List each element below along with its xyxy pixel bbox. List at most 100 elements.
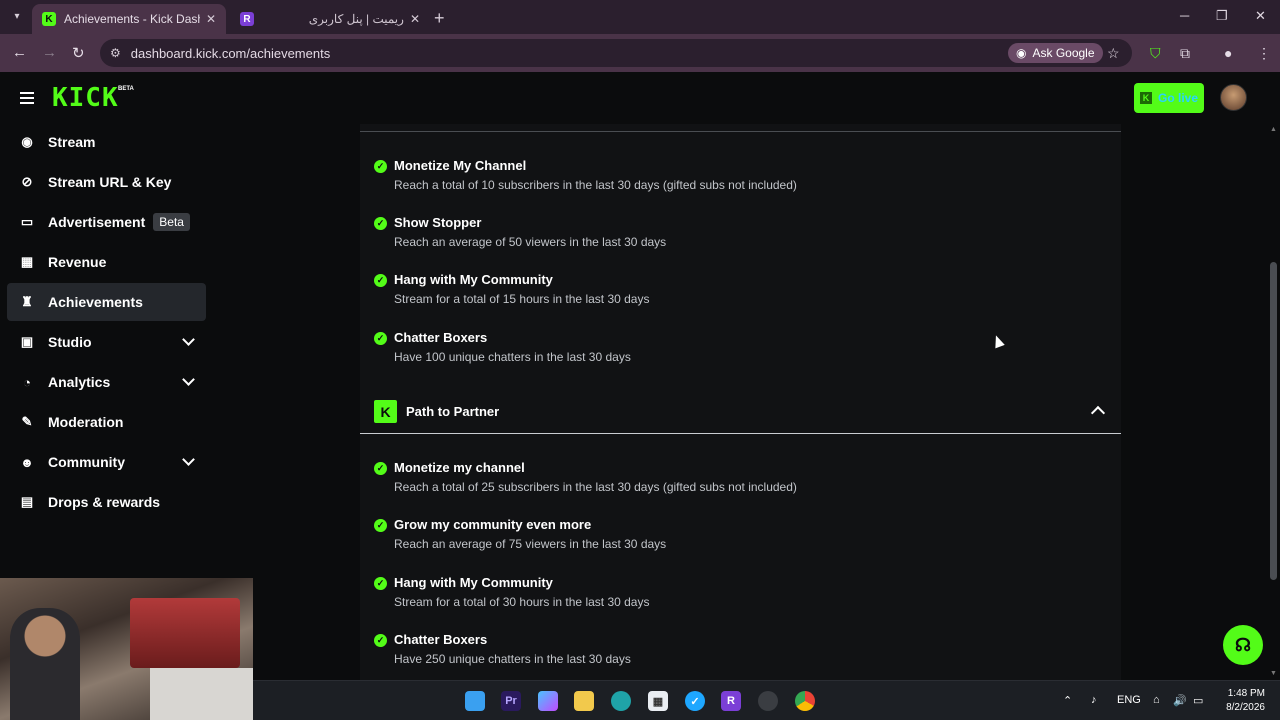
address-bar[interactable]: ⚙ dashboard.kick.com/achievements — [100, 39, 1132, 67]
close-icon[interactable]: ✕ — [410, 12, 420, 26]
check-circle-icon: ✓ — [374, 634, 387, 647]
scrollbar-thumb[interactable] — [1270, 262, 1277, 580]
scroll-down-icon[interactable]: ▼ — [1270, 670, 1277, 677]
tab-title: Achievements - Kick Dashboard — [64, 12, 200, 26]
restore-icon[interactable]: ❐ — [1216, 8, 1228, 24]
taskbar: Pr ▦ ✓ R ⌃ ♪ ENG ⌂ 🔊 ▭ 1:48 PM 8/2/2026 — [253, 680, 1280, 720]
sidebar-item-studio[interactable]: ▣ Studio — [7, 323, 206, 361]
file-explorer-icon[interactable] — [574, 691, 594, 711]
sidebar-item-moderation[interactable]: ✎ Moderation — [7, 403, 206, 441]
hamburger-menu-icon[interactable] — [20, 92, 34, 104]
tray-chevron-icon[interactable]: ⌃ — [1063, 694, 1072, 707]
reload-icon[interactable]: ↻ — [72, 44, 85, 62]
windows-start-icon[interactable] — [465, 691, 485, 711]
chevron-down-icon[interactable] — [182, 453, 195, 466]
minimize-icon[interactable]: ─ — [1180, 8, 1189, 23]
forward-icon[interactable]: → — [42, 44, 57, 61]
achievement-name: Hang with My Community — [394, 272, 553, 287]
tab-achievements[interactable]: K Achievements - Kick Dashboard ✕ — [32, 4, 226, 34]
beta-badge: Beta — [153, 213, 190, 231]
copilot-icon[interactable] — [538, 691, 558, 711]
ask-google-label: Ask Google — [1032, 46, 1095, 60]
achievement-name: Monetize My Channel — [394, 158, 527, 173]
kick-favicon-icon: K — [42, 12, 56, 26]
remit-favicon-icon: R — [240, 12, 254, 26]
go-live-button[interactable]: K Go live — [1134, 83, 1204, 113]
window-close-icon[interactable]: ✕ — [1255, 8, 1266, 24]
extensions-icon[interactable]: ⧉ — [1180, 45, 1190, 62]
support-chat-button[interactable]: ☊ — [1223, 625, 1263, 665]
scroll-up-icon[interactable]: ▲ — [1270, 126, 1277, 133]
ask-google-button[interactable]: ◉ Ask Google — [1008, 43, 1103, 63]
avatar[interactable] — [1220, 84, 1247, 111]
broadcast-icon: ◉ — [21, 134, 33, 149]
sidebar-item-label: Studio — [48, 334, 92, 350]
app-icon[interactable] — [758, 691, 778, 711]
users-icon: ☻ — [20, 454, 34, 470]
achievement-desc: Have 250 unique chatters in the last 30 … — [394, 652, 631, 666]
check-circle-icon: ✓ — [374, 462, 387, 475]
chart-icon: ▦ — [20, 254, 34, 269]
edge-icon[interactable] — [611, 691, 631, 711]
webcam-background — [150, 668, 253, 720]
store-icon[interactable]: ▦ — [648, 691, 668, 711]
achievement-desc: Reach an average of 50 viewers in the la… — [394, 235, 667, 249]
kick-k-icon: K — [374, 400, 397, 423]
check-circle-icon: ✓ — [374, 160, 387, 173]
site-info-icon[interactable]: ⚙ — [110, 46, 121, 60]
sidebar-item-drops-rewards[interactable]: ▤ Drops & rewards — [7, 483, 206, 521]
close-icon[interactable]: ✕ — [206, 12, 216, 26]
system-clock[interactable]: 1:48 PM 8/2/2026 — [1215, 687, 1265, 715]
achievement-desc: Stream for a total of 15 hours in the la… — [394, 292, 650, 306]
sidebar-item-advertisement[interactable]: ▭ Advertisement Beta — [7, 203, 206, 241]
sidebar-item-analytics[interactable]: ◔ Analytics — [7, 363, 206, 401]
achievement-name: Monetize my channel — [394, 460, 525, 475]
sidebar-item-revenue[interactable]: ▦ Revenue — [7, 243, 206, 281]
chevron-up-icon[interactable] — [1090, 405, 1106, 421]
check-circle-icon: ✓ — [374, 577, 387, 590]
battery-icon[interactable]: ▭ — [1193, 694, 1203, 707]
sidebar-item-label: Drops & rewards — [48, 494, 161, 510]
sidebar-item-stream[interactable]: ◉ Stream — [7, 123, 206, 161]
language-indicator[interactable]: ENG — [1117, 694, 1141, 706]
bookmark-star-icon[interactable]: ☆ — [1107, 45, 1120, 62]
analytics-icon: ◔ — [23, 374, 31, 390]
sidebar-item-label: Advertisement — [48, 214, 146, 230]
vpn-icon[interactable]: ✓ — [685, 691, 705, 711]
webcam-overlay — [0, 578, 253, 720]
chevron-down-icon[interactable] — [182, 333, 195, 346]
volume-icon[interactable]: 🔊 — [1173, 694, 1187, 707]
shield-extension-icon[interactable]: ⛉ — [1150, 45, 1161, 62]
monitor-icon: ▭ — [20, 214, 34, 229]
microphone-icon[interactable]: ♪ — [1091, 694, 1097, 706]
back-icon[interactable]: ← — [12, 44, 27, 61]
new-tab-icon[interactable]: + — [434, 8, 445, 29]
achievement-name: Grow my community even more — [394, 517, 592, 532]
sidebar-item-label: Stream URL & Key — [48, 174, 172, 190]
link-icon: ⊘ — [21, 174, 33, 189]
achievement-desc: Have 100 unique chatters in the last 30 … — [394, 350, 631, 364]
premiere-icon[interactable]: Pr — [501, 691, 521, 711]
sidebar-item-stream-url-key[interactable]: ⊘ Stream URL & Key — [7, 163, 206, 201]
headset-icon: ☊ — [1235, 634, 1251, 655]
kick-logo[interactable]: KICK — [52, 85, 119, 111]
sidebar-item-community[interactable]: ☻ Community — [7, 443, 206, 481]
chrome-icon[interactable] — [795, 691, 815, 711]
path-to-partner-header[interactable]: K Path to Partner — [360, 390, 1121, 434]
check-circle-icon: ✓ — [374, 332, 387, 345]
sidebar-item-achievements[interactable]: ♜ Achievements — [7, 283, 206, 321]
browser-toolbar: ← → ↻ ⚙ dashboard.kick.com/achievements … — [0, 34, 1280, 72]
tab-search-icon[interactable]: ▾ — [8, 7, 26, 25]
profile-icon[interactable]: ● — [1224, 45, 1232, 61]
network-icon[interactable]: ⌂ — [1153, 694, 1160, 706]
more-menu-icon[interactable]: ⋮ — [1257, 45, 1271, 62]
chevron-down-icon[interactable] — [182, 373, 195, 386]
achievement-desc: Reach a total of 25 subscribers in the l… — [394, 480, 797, 494]
remit-icon[interactable]: R — [721, 691, 741, 711]
lens-icon: ◉ — [1016, 46, 1027, 60]
tab-remit[interactable]: R ریمیت | پنل کاربری ✕ — [230, 4, 430, 34]
sidebar-item-label: Community — [48, 454, 125, 470]
sidebar-item-label: Moderation — [48, 414, 124, 430]
achievement-name: Show Stopper — [394, 215, 482, 230]
achievement-name: Hang with My Community — [394, 575, 553, 590]
